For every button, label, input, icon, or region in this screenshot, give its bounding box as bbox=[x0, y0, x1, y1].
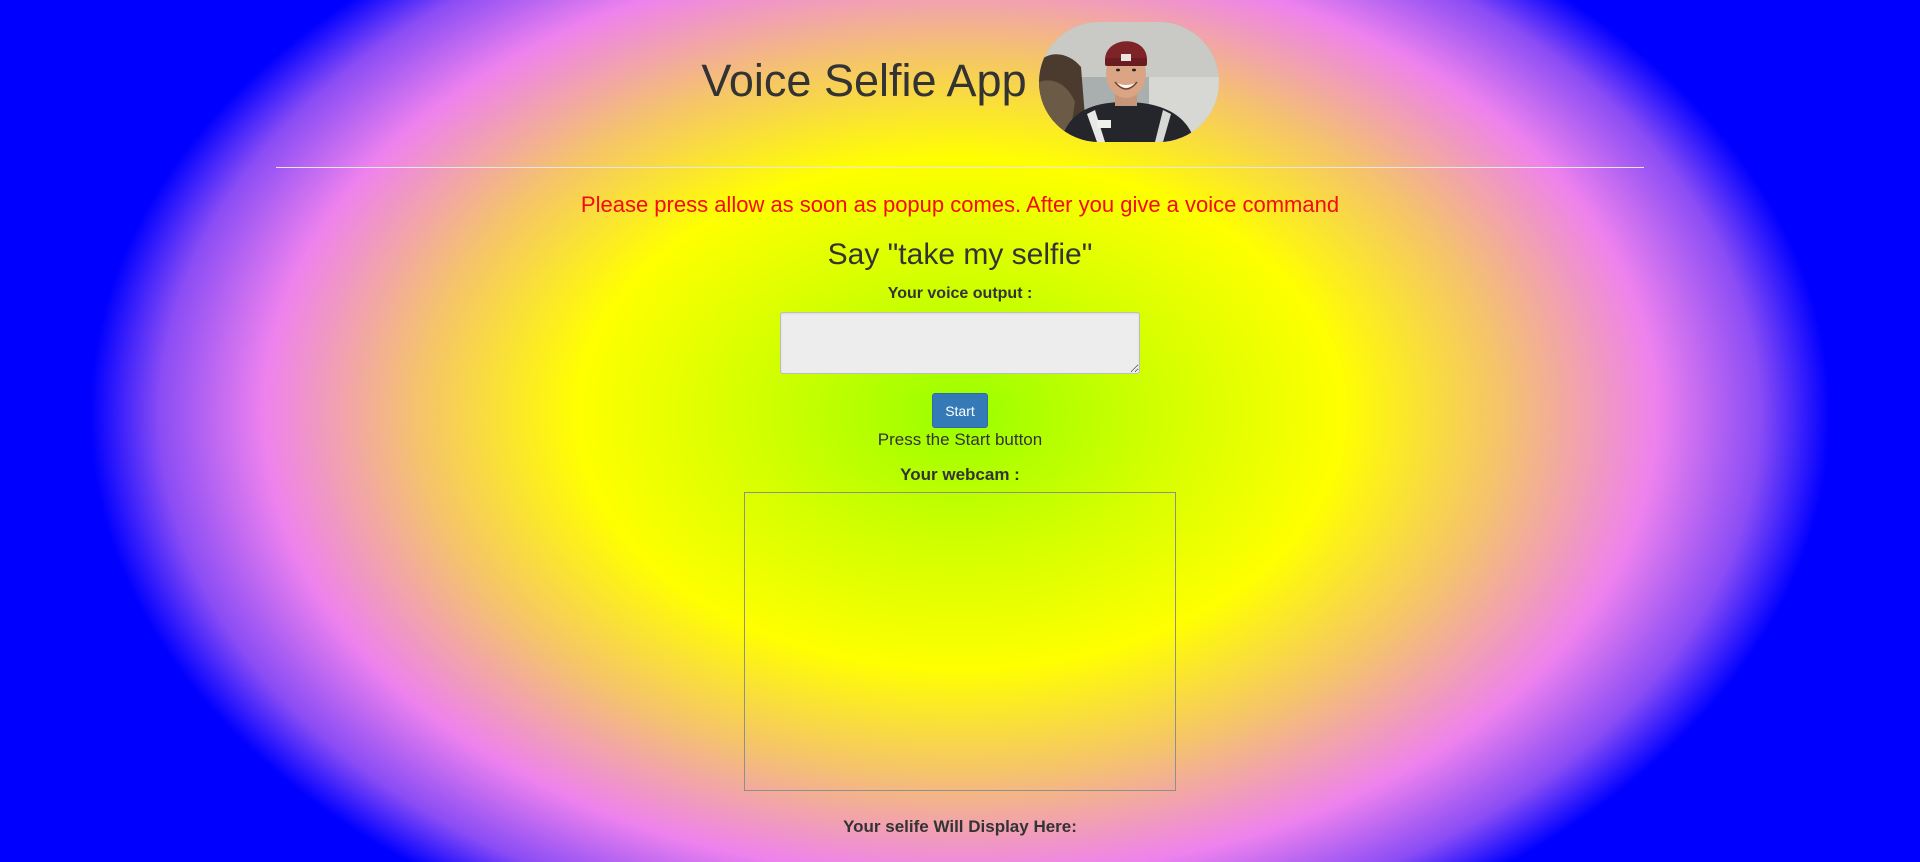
status-text: Press the Start button bbox=[877, 430, 1043, 449]
permission-notice: Please press allow as soon as popup come… bbox=[580, 192, 1340, 217]
avatar bbox=[1038, 22, 1219, 142]
header-divider bbox=[276, 167, 1644, 168]
app-title: Voice Selfie App bbox=[701, 54, 1027, 106]
voice-output-field[interactable] bbox=[780, 312, 1140, 374]
start-button[interactable]: Start bbox=[932, 393, 988, 428]
page: Voice Selfie App Please press allow as s… bbox=[0, 0, 1920, 862]
webcam-preview bbox=[744, 492, 1176, 791]
voice-instruction: Say "take my selfie" bbox=[827, 238, 1093, 271]
voice-output-label: Your voice output : bbox=[887, 285, 1033, 302]
webcam-label: Your webcam : bbox=[900, 465, 1020, 484]
selfie-label: Your selife Will Display Here: bbox=[843, 817, 1077, 836]
header: Voice Selfie App bbox=[0, 22, 1920, 142]
